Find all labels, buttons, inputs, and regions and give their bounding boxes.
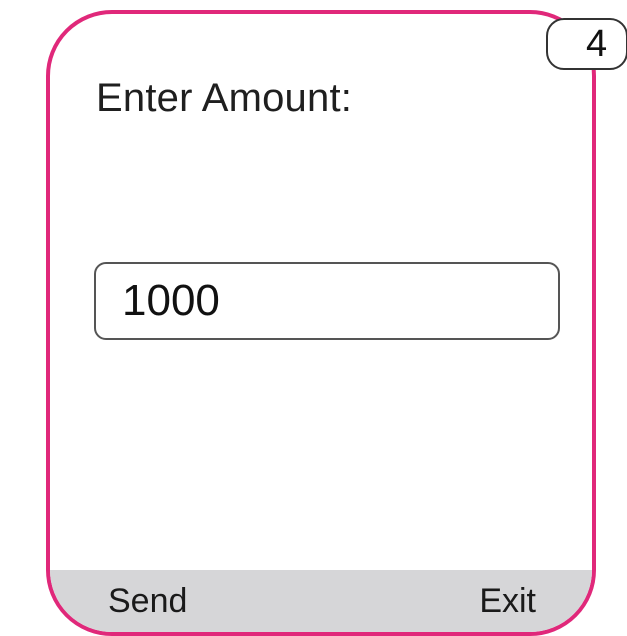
exit-softkey[interactable]: Exit	[479, 582, 536, 621]
softkey-bar: Send Exit	[50, 570, 592, 632]
enter-amount-label: Enter Amount:	[96, 76, 353, 120]
send-softkey[interactable]: Send	[108, 582, 187, 621]
amount-input[interactable]: 1000	[94, 262, 560, 340]
key-indicator-badge: 4	[546, 18, 627, 70]
phone-screen: Enter Amount: 1000 Send Exit	[46, 10, 596, 636]
